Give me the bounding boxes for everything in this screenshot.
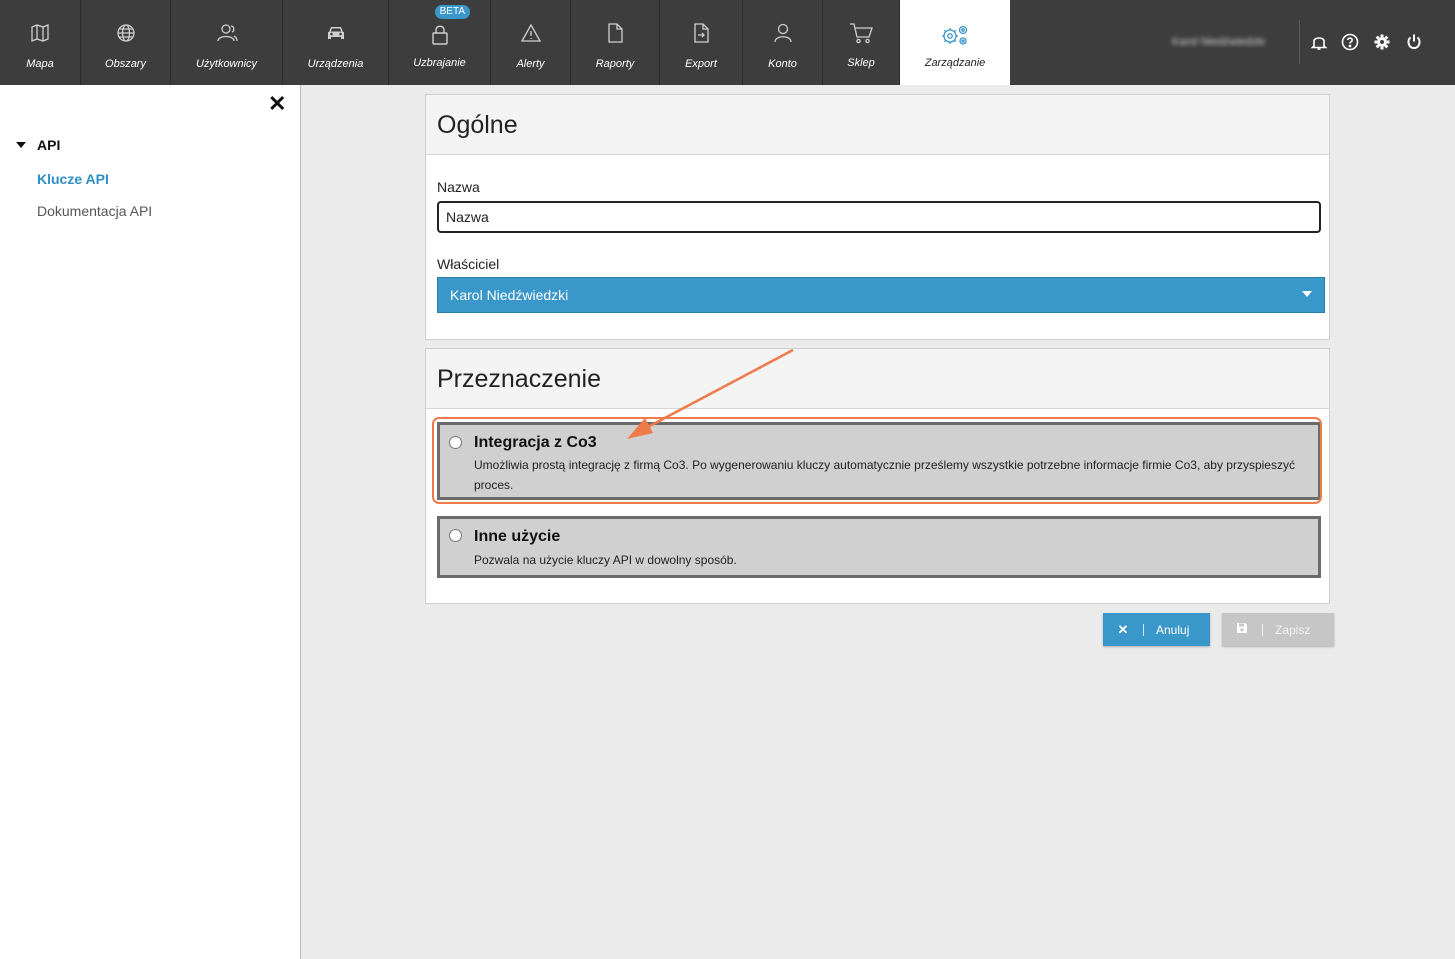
- cancel-label: Anuluj: [1156, 622, 1190, 637]
- caret-down-icon: [16, 142, 26, 148]
- save-label: Zapisz: [1275, 622, 1311, 637]
- name-label: Nazwa: [437, 179, 480, 195]
- map-icon: [0, 20, 80, 46]
- nav-label: Obszary: [105, 58, 146, 70]
- option-title: Inne użycie: [474, 528, 561, 545]
- nav-label: Użytkownicy: [195, 58, 258, 70]
- divider: [1262, 623, 1263, 636]
- owner-select-value: Karol Niedźwiedzki: [450, 287, 569, 303]
- nav-label: Uzbrajanie: [413, 57, 466, 69]
- nav-item-obszary[interactable]: Obszary: [81, 0, 171, 85]
- close-icon: ✕: [1117, 621, 1129, 637]
- option-description: Pozwala na użycie kluczy API w dowolny s…: [474, 553, 737, 567]
- owner-select[interactable]: Karol Niedźwiedzki: [437, 277, 1325, 313]
- sidebar-item-dokumentacja-api[interactable]: Dokumentacja API: [37, 203, 152, 219]
- nav-label: Urządzenia: [307, 58, 364, 70]
- warning-icon: [491, 20, 570, 46]
- purpose-panel: Przeznaczenie Integracja z Co3 Umożliwia…: [425, 348, 1330, 604]
- owner-label: Właściciel: [437, 256, 500, 272]
- nav-label: Alerty: [516, 58, 545, 70]
- tree-group-label: API: [37, 137, 61, 153]
- divider: [1143, 623, 1144, 636]
- users-icon: [171, 20, 282, 46]
- close-icon[interactable]: ✕: [268, 91, 286, 117]
- chevron-down-icon: [1302, 291, 1312, 297]
- nav-item-konto[interactable]: Konto: [743, 0, 823, 85]
- top-navigation: Mapa Obszary Użytkownicy Urządzenia BETA…: [0, 0, 1455, 85]
- tree-group-api[interactable]: API: [16, 137, 60, 153]
- nav-label: Zarządzanie: [924, 57, 986, 69]
- save-button[interactable]: Zapisz: [1222, 613, 1334, 646]
- globe-icon: [81, 20, 170, 46]
- document-icon: [571, 20, 659, 46]
- floppy-icon: [1232, 622, 1252, 637]
- lock-icon: [389, 22, 490, 48]
- nav-item-urzadzenia[interactable]: Urządzenia: [283, 0, 389, 85]
- beta-badge: BETA: [434, 5, 470, 19]
- panel-title: Przeznaczenie: [437, 365, 601, 393]
- option-description: Umożliwia prostą integrację z firmą Co3.…: [474, 458, 1295, 492]
- radio-button[interactable]: [449, 529, 462, 542]
- option-integracja-co3[interactable]: Integracja z Co3 Umożliwia prostą integr…: [437, 422, 1321, 500]
- nav-item-alerty[interactable]: Alerty: [491, 0, 571, 85]
- nav-label: Konto: [768, 58, 797, 70]
- nav-item-export[interactable]: Export: [660, 0, 743, 85]
- nav-label: Raporty: [595, 58, 635, 70]
- help-icon[interactable]: [1340, 32, 1360, 52]
- panel-title: Ogólne: [437, 111, 518, 139]
- sidebar: ✕ API Klucze API Dokumentacja API: [0, 85, 301, 959]
- nav-item-uzytkownicy[interactable]: Użytkownicy: [171, 0, 283, 85]
- user-name[interactable]: Karol Niedźwiedzki: [1172, 36, 1265, 48]
- option-inne-uzycie[interactable]: Inne użycie Pozwala na użycie kluczy API…: [437, 516, 1321, 578]
- nav-label: Sklep: [847, 57, 875, 69]
- gears-icon: [900, 22, 1010, 48]
- nav-item-mapa[interactable]: Mapa: [0, 0, 81, 85]
- nav-item-raporty[interactable]: Raporty: [571, 0, 660, 85]
- nav-label: Mapa: [26, 58, 54, 70]
- nav-item-sklep[interactable]: Sklep: [823, 0, 900, 85]
- export-icon: [660, 20, 742, 46]
- car-icon: [283, 20, 388, 46]
- cancel-button[interactable]: ✕ Anuluj: [1103, 613, 1210, 646]
- panel-header: Przeznaczenie: [426, 349, 1329, 409]
- general-panel: Ogólne Nazwa Właściciel Karol Niedźwiedz…: [425, 94, 1330, 340]
- name-input[interactable]: [437, 201, 1321, 233]
- cart-icon: [823, 20, 899, 46]
- divider: [1299, 20, 1300, 64]
- user-icon: [743, 20, 822, 46]
- radio-button[interactable]: [449, 436, 462, 449]
- bell-icon[interactable]: [1309, 32, 1329, 52]
- power-icon[interactable]: [1404, 32, 1424, 52]
- nav-item-uzbrajanie[interactable]: BETA Uzbrajanie: [389, 0, 491, 85]
- sidebar-item-klucze-api[interactable]: Klucze API: [37, 171, 109, 187]
- option-title: Integracja z Co3: [474, 434, 597, 451]
- nav-label: Export: [685, 58, 717, 70]
- panel-header: Ogólne: [426, 95, 1329, 155]
- nav-item-zarzadzanie[interactable]: Zarządzanie: [900, 0, 1010, 85]
- gear-icon[interactable]: [1372, 32, 1392, 52]
